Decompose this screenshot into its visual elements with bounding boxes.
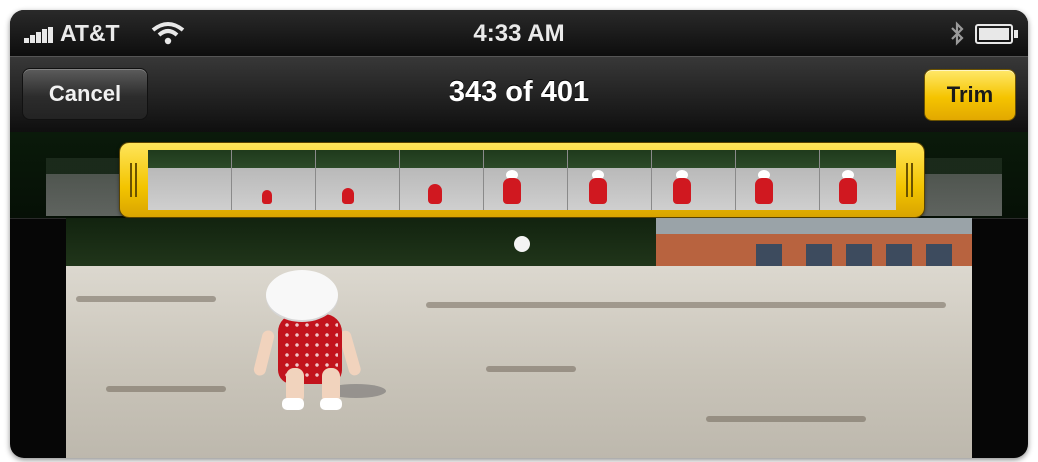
trim-end-handle[interactable]: [906, 163, 914, 197]
bluetooth-icon: [951, 21, 964, 46]
video-preview[interactable]: [66, 218, 972, 458]
frame-thumbnail: [652, 150, 736, 210]
frame-thumbnails: [148, 150, 896, 210]
frame-thumbnail: [232, 150, 316, 210]
trim-selection[interactable]: [120, 143, 924, 217]
frame-thumbnail: [568, 150, 652, 210]
frame-thumbnail: [400, 150, 484, 210]
status-time: 4:33 AM: [473, 20, 565, 47]
frame-position-title: 343 of 401: [448, 76, 590, 108]
frame-thumbnail: [148, 150, 232, 210]
video-trim-screen: AT&T 4:33 AM Cancel 343 of 401 Trim: [10, 10, 1028, 458]
frame-thumbnail: [316, 150, 400, 210]
trim-button[interactable]: Trim: [924, 69, 1016, 121]
battery-icon: [975, 24, 1018, 44]
frame-thumbnail: [820, 150, 896, 210]
frame-scrubber: [10, 132, 1028, 219]
ball: [514, 236, 530, 252]
frame-thumbnail: [736, 150, 820, 210]
child-figure: [252, 268, 386, 418]
status-bar: AT&T 4:33 AM: [10, 10, 1028, 56]
frame-thumbnail: [484, 150, 568, 210]
navigation-bar: Cancel 343 of 401 Trim: [10, 56, 1028, 134]
trim-start-handle[interactable]: [130, 163, 138, 197]
